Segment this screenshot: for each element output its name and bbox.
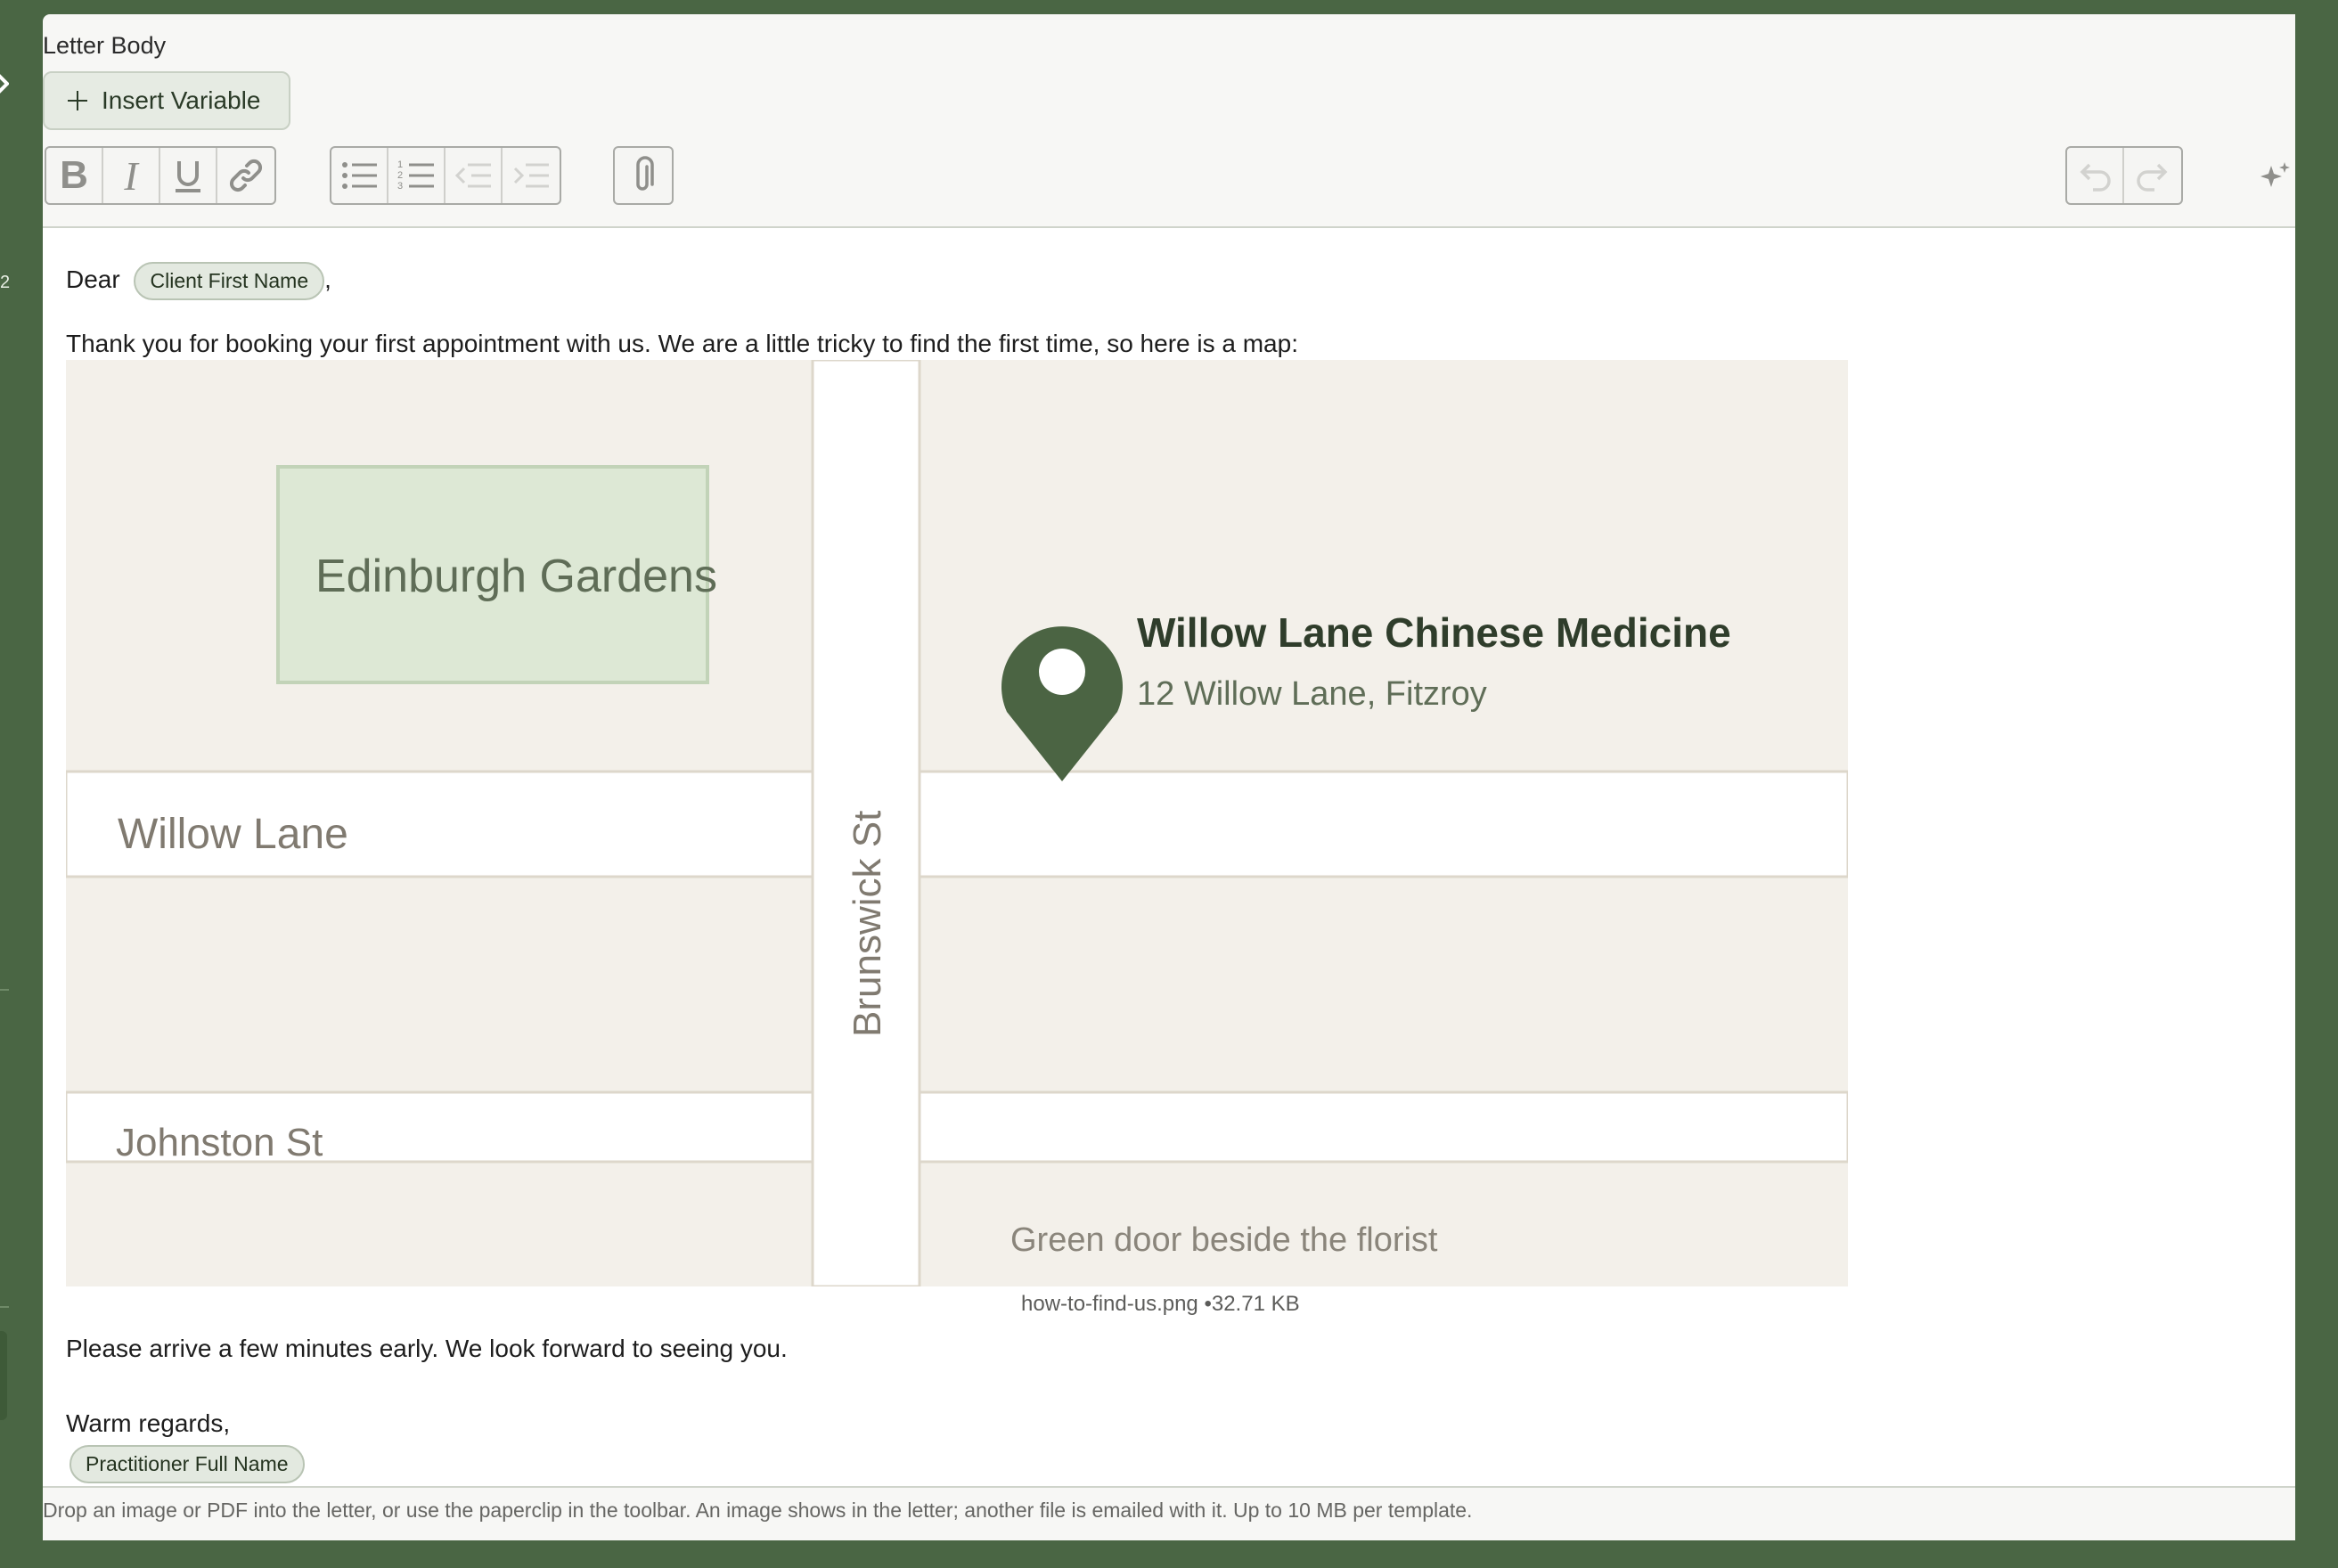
attach-toolbar-group [613, 146, 674, 205]
letter-editor[interactable]: Dear Client First Name, Thank you for bo… [43, 226, 2295, 1488]
ai-sparkle-icon[interactable] [2257, 159, 2293, 194]
willow-lane-label: Willow Lane [118, 811, 348, 858]
bold-button[interactable]: B [46, 148, 103, 203]
help-text: Drop an image or PDF into the letter, or… [43, 1499, 1473, 1522]
background-divider [0, 989, 9, 991]
place-name: Willow Lane Chinese Medicine [1137, 609, 1731, 656]
paperclip-icon [636, 156, 654, 191]
park-label: Edinburgh Gardens [315, 551, 717, 602]
place-address: 12 Willow Lane, Fitzroy [1137, 675, 1487, 713]
svg-text:2: 2 [397, 170, 403, 181]
signoff-variable-line: Practitioner Full Name [69, 1445, 305, 1483]
close-icon[interactable] [0, 64, 9, 103]
background-counter: 2 [0, 273, 11, 292]
background-tab[interactable] [0, 1331, 7, 1420]
link-button[interactable] [217, 148, 274, 203]
plus-icon [68, 91, 87, 110]
letter-body-panel: Letter Body Insert Variable B I 1 2 3 De… [43, 14, 2295, 1540]
greeting-comma: , [324, 265, 331, 293]
closing-paragraph: Please arrive a few minutes early. We lo… [66, 1335, 788, 1362]
list-toolbar-group: 1 2 3 [330, 146, 561, 205]
bullet-list-icon [342, 162, 377, 189]
image-caption: how-to-find-us.png •32.71 KB [1021, 1292, 1300, 1317]
signoff-text: Warm regards, [66, 1409, 231, 1437]
image-filename: how-to-find-us.png [1021, 1292, 1198, 1316]
insert-variable-label: Insert Variable [102, 86, 261, 114]
outdent-button[interactable] [446, 148, 503, 203]
client-first-name-variable[interactable]: Client First Name [134, 262, 325, 300]
link-icon [229, 159, 263, 192]
redo-icon [2137, 163, 2168, 192]
svg-text:3: 3 [397, 181, 403, 192]
insert-variable-button[interactable]: Insert Variable [43, 71, 290, 130]
undo-button[interactable] [2067, 148, 2124, 203]
background-divider [0, 1306, 9, 1308]
indent-button[interactable] [503, 148, 560, 203]
italic-button[interactable]: I [103, 148, 160, 203]
pin-center [1039, 649, 1085, 695]
greeting-line: Dear Client First Name, [66, 262, 331, 300]
johnston-st-label: Johnston St [116, 1121, 323, 1164]
format-toolbar-group: B I [45, 146, 276, 205]
undo-icon [2080, 163, 2111, 192]
intro-paragraph: Thank you for booking your first appoint… [66, 330, 1298, 357]
underline-icon [176, 161, 200, 192]
attach-file-button[interactable] [615, 148, 672, 203]
numbered-list-button[interactable]: 1 2 3 [388, 148, 446, 203]
bold-icon: B [60, 153, 88, 197]
numbered-list-icon: 1 2 3 [397, 159, 434, 192]
brunswick-st-label: Brunswick St [846, 811, 889, 1037]
image-size: •32.71 KB [1204, 1292, 1300, 1316]
bullet-list-button[interactable] [331, 148, 388, 203]
map-image[interactable]: Edinburgh Gardens Willow Lane Johnston S… [66, 360, 1848, 1286]
history-toolbar-group [2065, 146, 2183, 205]
indent-icon [513, 163, 549, 188]
redo-button[interactable] [2124, 148, 2181, 203]
underline-button[interactable] [160, 148, 217, 203]
italic-icon: I [124, 152, 138, 199]
practitioner-full-name-variable[interactable]: Practitioner Full Name [69, 1445, 305, 1483]
outdent-icon [454, 163, 491, 188]
greeting-text: Dear [66, 265, 120, 293]
svg-text:1: 1 [397, 159, 403, 170]
johnston-st-road [66, 1090, 1848, 1164]
section-label: Letter Body [43, 32, 167, 59]
map-note: Green door beside the florist [1010, 1221, 1438, 1259]
